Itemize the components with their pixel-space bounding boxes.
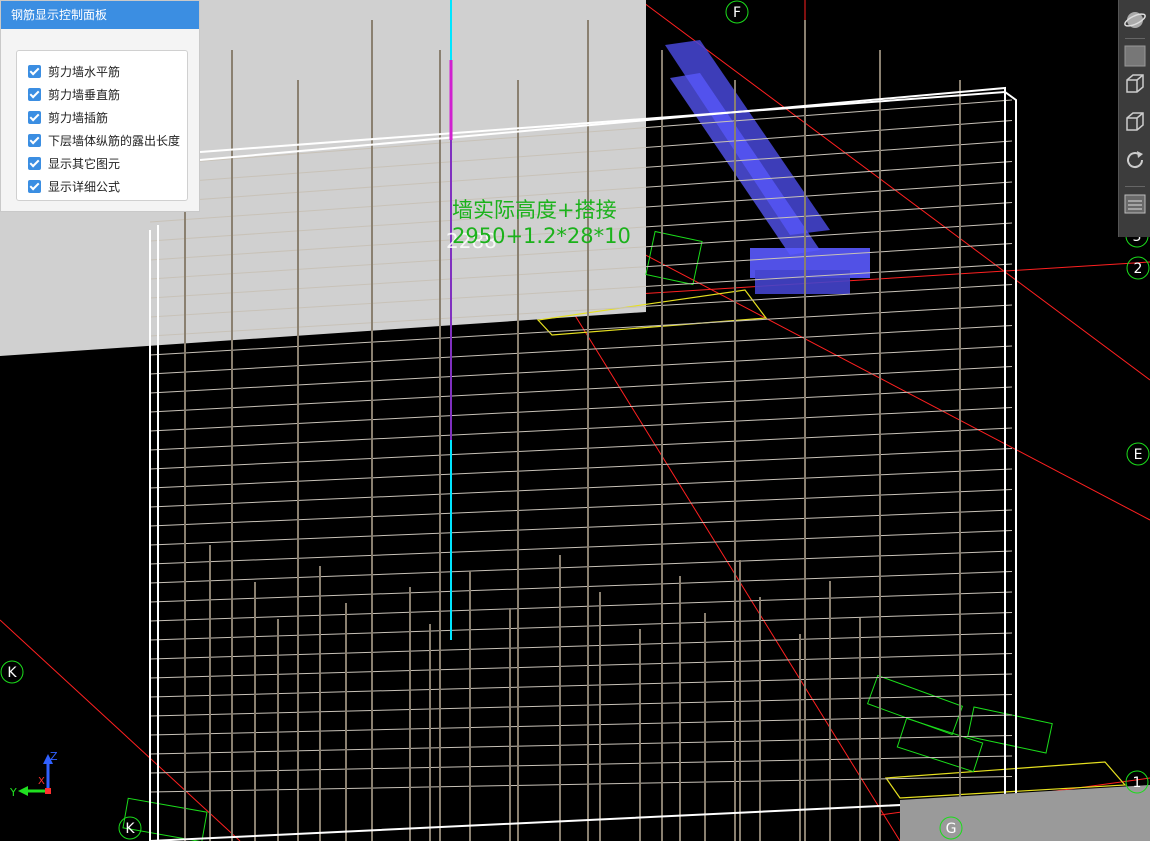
rebar-formula-annotation: 墙实际高度+搭接 2950+1.2*28*10 xyxy=(452,197,631,249)
horizontal-rebar-line xyxy=(149,386,1013,432)
option-label: 下层墙体纵筋的露出长度 xyxy=(48,134,181,148)
horizontal-rebar-line xyxy=(149,571,1013,603)
horizontal-rebar-line xyxy=(149,366,1013,413)
checkbox-checked-icon[interactable] xyxy=(28,88,41,101)
column-footprints xyxy=(536,289,1127,799)
option-label: 剪力墙垂直筋 xyxy=(48,88,121,102)
horizontal-rebar-line xyxy=(149,468,1013,508)
rebar-display-control-panel: 钢筋显示控制面板 剪力墙水平筋 剪力墙垂直筋 剪力墙插筋 下层墙体纵筋的露出长度… xyxy=(0,0,200,212)
cube-iso-icon[interactable] xyxy=(1123,72,1147,96)
horizontal-rebar-line xyxy=(149,530,1013,565)
options-box: 剪力墙水平筋 剪力墙垂直筋 剪力墙插筋 下层墙体纵筋的露出长度 显示其它图元 显… xyxy=(16,50,188,201)
option-show-other-elements[interactable]: 显示其它图元 xyxy=(17,152,187,175)
option-show-detailed-formula[interactable]: 显示详细公式 xyxy=(17,175,187,198)
option-shear-wall-dowel-rebar[interactable]: 剪力墙插筋 xyxy=(17,106,187,129)
option-label: 显示其它图元 xyxy=(48,157,121,171)
formula-description: 墙实际高度+搭接 xyxy=(452,198,617,222)
option-shear-wall-horizontal-rebar[interactable]: 剪力墙水平筋 xyxy=(17,60,187,83)
orbit-icon[interactable] xyxy=(1123,8,1147,32)
option-label: 剪力墙水平筋 xyxy=(48,65,121,79)
axis-label-z: Z xyxy=(50,750,58,763)
horizontal-rebar-line xyxy=(149,653,1013,679)
grid-label-f: F xyxy=(733,5,741,21)
horizontal-rebar-line xyxy=(149,735,1013,755)
checkbox-checked-icon[interactable] xyxy=(28,180,41,193)
option-lower-wall-exposed-length[interactable]: 下层墙体纵筋的露出长度 xyxy=(17,129,187,152)
axis-gizmo: Z Y X xyxy=(9,750,58,799)
horizontal-rebar-line xyxy=(149,427,1013,470)
rotate-icon[interactable] xyxy=(1123,148,1147,172)
grid-label-g: G xyxy=(946,821,957,837)
rebar-table-icon[interactable] xyxy=(1123,192,1147,216)
horizontal-rebar-line xyxy=(149,407,1013,451)
horizontal-rebar-line xyxy=(149,345,1013,394)
horizontal-rebar-line xyxy=(149,509,1013,546)
horizontal-rebar-line xyxy=(149,550,1013,584)
option-label: 剪力墙插筋 xyxy=(48,111,109,125)
horizontal-rebar-line xyxy=(149,448,1013,489)
checkbox-checked-icon[interactable] xyxy=(28,134,41,147)
horizontal-rebar-line xyxy=(149,714,1013,736)
cube-iso-icon[interactable] xyxy=(1123,110,1147,134)
checkbox-checked-icon[interactable] xyxy=(28,157,41,170)
horizontal-rebar-line xyxy=(149,673,1013,698)
option-shear-wall-vertical-rebar[interactable]: 剪力墙垂直筋 xyxy=(17,83,187,106)
horizontal-rebar-line xyxy=(149,489,1013,527)
horizontal-rebar-line xyxy=(149,632,1013,660)
option-label: 显示详细公式 xyxy=(48,180,121,194)
axis-label-y: Y xyxy=(9,786,17,799)
view-toolbar xyxy=(1118,0,1150,237)
grid-label-1: 1 xyxy=(1133,775,1142,791)
horizontal-rebar-line xyxy=(149,755,1013,774)
formula-expression: 2950+1.2*28*10 xyxy=(452,224,631,248)
blue-beam xyxy=(665,40,870,294)
grid-label-k-bottom: K xyxy=(125,821,135,837)
panel-title[interactable]: 钢筋显示控制面板 xyxy=(1,1,199,29)
grid-label-e: E xyxy=(1134,447,1143,463)
floor-slab xyxy=(900,785,1150,841)
horizontal-rebar-line xyxy=(149,776,1013,793)
checkbox-checked-icon[interactable] xyxy=(28,111,41,124)
checkbox-checked-icon[interactable] xyxy=(28,65,41,78)
axis-label-x: X xyxy=(38,776,45,787)
grid-label-k-left: K xyxy=(7,665,17,681)
grid-label-2: 2 xyxy=(1134,261,1143,277)
horizontal-rebar-line xyxy=(149,694,1013,717)
cube-front-icon[interactable] xyxy=(1123,44,1147,68)
